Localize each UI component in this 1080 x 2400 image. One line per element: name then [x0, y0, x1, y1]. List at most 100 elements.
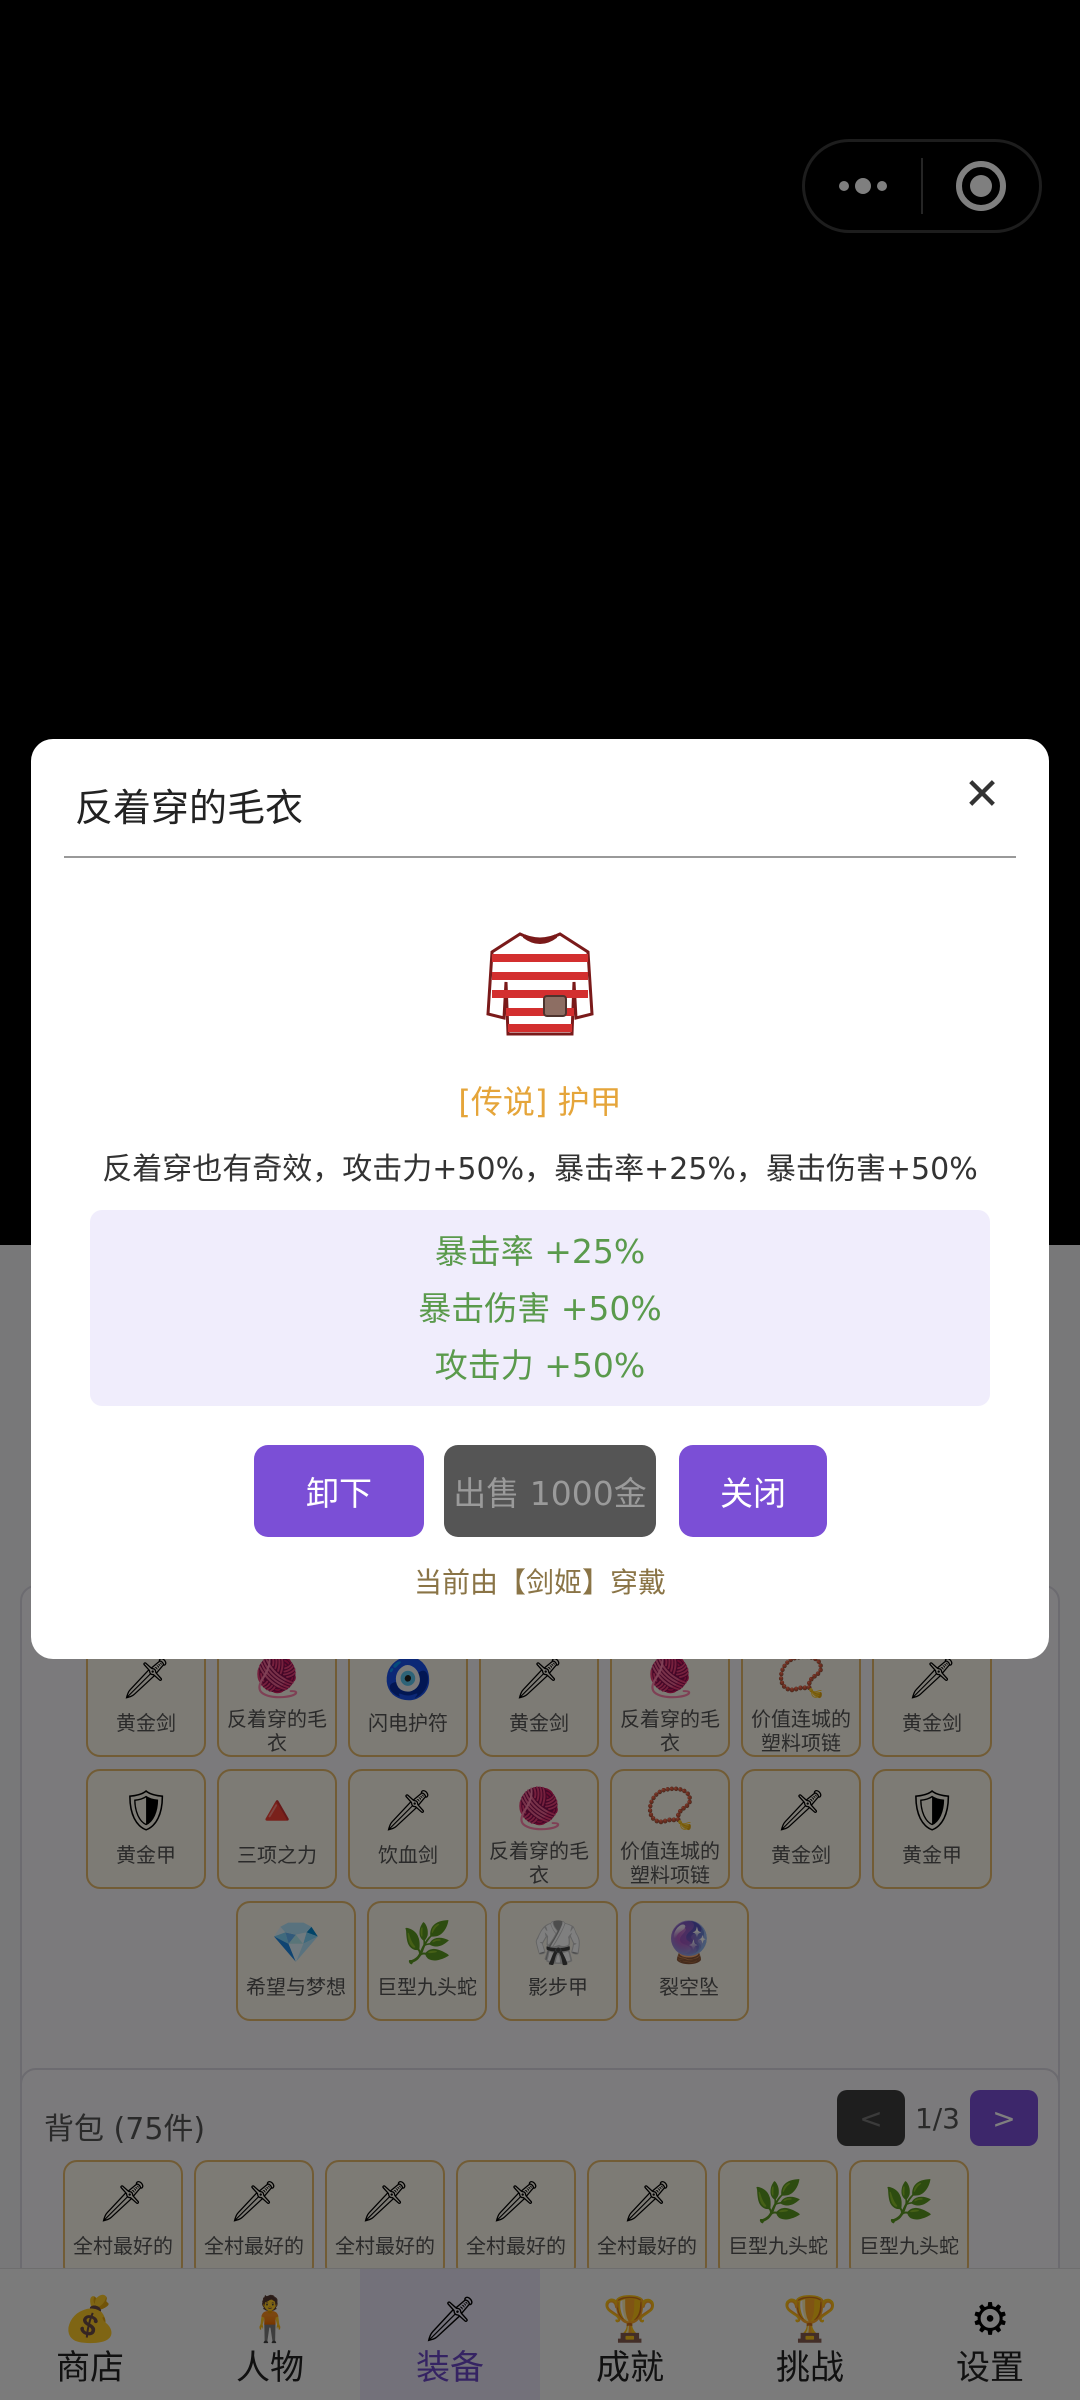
- close-button[interactable]: 关闭: [679, 1445, 827, 1537]
- item-name: 巨型九头蛇: [728, 2234, 828, 2258]
- item-name: 黄金甲: [116, 1843, 176, 1867]
- more-dots-icon: [839, 178, 887, 194]
- armor-icon: 🛡: [906, 1787, 958, 1834]
- item-tile[interactable]: 🗡 黄金剑: [741, 1769, 861, 1889]
- hydra-icon: 🌿: [884, 2178, 934, 2225]
- stats-box: 暴击率 +25% 暴击伤害 +50% 攻击力 +50%: [90, 1210, 990, 1406]
- tab-label: 设置: [956, 2348, 1024, 2388]
- next-page-button[interactable]: >: [970, 2090, 1038, 2146]
- item-tile[interactable]: 🌿 巨型九头蛇: [849, 2160, 969, 2280]
- shadow-armor-icon: 🥋: [533, 1919, 583, 1966]
- item-tile[interactable]: 🗡 全村最好的: [587, 2160, 707, 2280]
- stat-line: 暴击率 +25%: [434, 1231, 646, 1271]
- item-name: 饮血剑: [378, 1843, 438, 1867]
- item-name: 黄金剑: [902, 1711, 962, 1735]
- sell-button[interactable]: 出售 1000金: [444, 1445, 656, 1537]
- item-tile[interactable]: 🛡 黄金甲: [872, 1769, 992, 1889]
- item-tile[interactable]: 🔺 三项之力: [217, 1769, 337, 1889]
- item-name: 巨型九头蛇: [859, 2234, 959, 2258]
- unequip-button[interactable]: 卸下: [254, 1445, 424, 1537]
- item-name: 全村最好的: [204, 2234, 304, 2258]
- item-name: 全村最好的: [466, 2234, 566, 2258]
- item-name: 全村最好的: [335, 2234, 435, 2258]
- sweater-icon: [486, 932, 594, 1036]
- item-detail-dialog: 反着穿的毛衣 ✕ [传说] 护甲 反着穿也有奇效，攻击力+50%，暴击率+25%…: [31, 739, 1049, 1659]
- item-name: 反着穿的毛衣: [489, 1839, 589, 1887]
- item-tile[interactable]: 🌿 巨型九头蛇: [367, 1901, 487, 2021]
- sword-icon: 🗡: [490, 2178, 542, 2225]
- item-name: 反着穿的毛衣: [227, 1707, 327, 1755]
- tab-label: 人物: [236, 2348, 304, 2388]
- sword-icon: 🗡: [422, 2294, 478, 2345]
- item-description: 反着穿也有奇效，攻击力+50%，暴击率+25%，暴击伤害+50%: [102, 1152, 978, 1187]
- item-name: 价值连城的塑料项链: [751, 1707, 851, 1755]
- tab-bar: 💰 商店 🧍 人物 🗡 装备 🏆 成就 🏆 挑战 ⚙ 设置: [0, 2268, 1080, 2400]
- hydra-icon: 🌿: [753, 2178, 803, 2225]
- item-name: 黄金甲: [902, 1843, 962, 1867]
- dialog-title: 反着穿的毛衣: [75, 786, 304, 830]
- item-tile[interactable]: 🧶 反着穿的毛衣: [479, 1769, 599, 1889]
- more-button[interactable]: [805, 142, 921, 230]
- tab-label: 商店: [56, 2348, 124, 2388]
- close-icon[interactable]: ✕: [957, 769, 1007, 820]
- tab-challenge[interactable]: 🏆 挑战: [720, 2269, 900, 2400]
- trophy-icon: 🏆: [602, 2294, 658, 2345]
- money-bag-icon: 💰: [62, 2294, 118, 2345]
- exit-button[interactable]: [923, 142, 1039, 230]
- tab-label: 挑战: [776, 2348, 844, 2388]
- miniprogram-capsule: [802, 139, 1042, 233]
- tab-character[interactable]: 🧍 人物: [180, 2269, 360, 2400]
- item-name: 黄金剑: [509, 1711, 569, 1735]
- hydra-icon: 🌿: [402, 1919, 452, 1966]
- sword-icon: 🗡: [775, 1787, 827, 1834]
- title-divider: [64, 856, 1016, 858]
- item-name: 全村最好的: [597, 2234, 697, 2258]
- bag-pager: < 1/3 >: [836, 2090, 1038, 2146]
- stat-line: 攻击力 +50%: [434, 1345, 646, 1385]
- blood-sword-icon: 🗡: [382, 1787, 434, 1834]
- sword-icon: 🗡: [359, 2178, 411, 2225]
- item-tile[interactable]: 🗡 全村最好的: [325, 2160, 445, 2280]
- bag-title: 背包 (75件): [44, 2112, 206, 2147]
- item-name: 闪电护符: [368, 1711, 448, 1735]
- sword-icon: 🗡: [621, 2178, 673, 2225]
- trophy-icon: 🏆: [782, 2294, 838, 2345]
- prev-page-button[interactable]: <: [836, 2090, 905, 2146]
- item-name: 价值连城的塑料项链: [620, 1839, 720, 1887]
- triforce-icon: 🔺: [252, 1787, 302, 1834]
- sword-icon: 🗡: [97, 2178, 149, 2225]
- tab-achievements[interactable]: 🏆 成就: [540, 2269, 720, 2400]
- heart-pendant-icon: 💎: [271, 1919, 321, 1966]
- tab-label: 装备: [416, 2348, 484, 2388]
- stat-line: 暴击伤害 +50%: [418, 1288, 662, 1328]
- item-tile[interactable]: 🔮 裂空坠: [629, 1901, 749, 2021]
- gear-icon: ⚙: [970, 2294, 1010, 2345]
- item-tile[interactable]: 🛡 黄金甲: [86, 1769, 206, 1889]
- target-circle-icon: [956, 161, 1006, 211]
- tab-shop[interactable]: 💰 商店: [0, 2269, 180, 2400]
- tab-label: 成就: [596, 2348, 664, 2388]
- sword-icon: 🗡: [228, 2178, 280, 2225]
- item-tile[interactable]: 🗡 饮血剑: [348, 1769, 468, 1889]
- item-name: 黄金剑: [771, 1843, 831, 1867]
- item-tile[interactable]: 💎 希望与梦想: [236, 1901, 356, 2021]
- item-tile[interactable]: 🗡 全村最好的: [194, 2160, 314, 2280]
- item-tile[interactable]: 🗡 全村最好的: [63, 2160, 183, 2280]
- armor-icon: 🛡: [120, 1787, 172, 1834]
- page-indicator: 1/3: [914, 2101, 960, 2135]
- item-tile[interactable]: 📿 价值连城的塑料项链: [610, 1769, 730, 1889]
- item-name: 反着穿的毛衣: [620, 1707, 720, 1755]
- item-tile[interactable]: 🌿 巨型九头蛇: [718, 2160, 838, 2280]
- rarity-type-label: [传说] 护甲: [458, 1083, 622, 1121]
- tab-equipment[interactable]: 🗡 装备: [360, 2269, 540, 2400]
- sweater-icon: 🧶: [514, 1785, 564, 1832]
- item-name: 三项之力: [237, 1843, 317, 1867]
- item-name: 巨型九头蛇: [377, 1975, 477, 1999]
- wearer-info: 当前由【剑姬】穿戴: [413, 1566, 666, 1599]
- item-tile[interactable]: 🗡 全村最好的: [456, 2160, 576, 2280]
- item-tile[interactable]: 🥋 影步甲: [498, 1901, 618, 2021]
- item-name: 黄金剑: [116, 1711, 176, 1735]
- item-name: 影步甲: [528, 1975, 588, 1999]
- tab-settings[interactable]: ⚙ 设置: [900, 2269, 1080, 2400]
- item-name: 裂空坠: [659, 1975, 719, 1999]
